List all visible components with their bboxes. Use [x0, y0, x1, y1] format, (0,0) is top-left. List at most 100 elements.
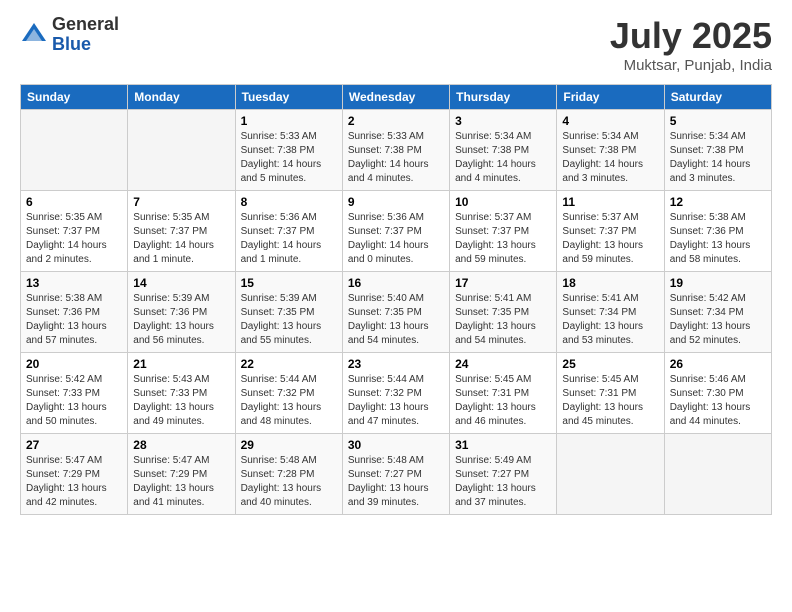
calendar-cell: 11Sunrise: 5:37 AM Sunset: 7:37 PM Dayli… — [557, 191, 664, 272]
day-number: 17 — [455, 276, 551, 290]
day-detail: Sunrise: 5:34 AM Sunset: 7:38 PM Dayligh… — [455, 130, 551, 186]
day-detail: Sunrise: 5:45 AM Sunset: 7:31 PM Dayligh… — [562, 373, 658, 429]
header: General Blue July 2025 Muktsar, Punjab, … — [20, 15, 772, 74]
calendar-header-row: SundayMondayTuesdayWednesdayThursdayFrid… — [21, 85, 772, 110]
day-number: 25 — [562, 357, 658, 371]
calendar-cell: 3Sunrise: 5:34 AM Sunset: 7:38 PM Daylig… — [450, 110, 557, 191]
day-number: 29 — [241, 438, 337, 452]
day-number: 22 — [241, 357, 337, 371]
day-number: 21 — [133, 357, 229, 371]
day-number: 14 — [133, 276, 229, 290]
day-detail: Sunrise: 5:37 AM Sunset: 7:37 PM Dayligh… — [455, 211, 551, 267]
day-detail: Sunrise: 5:38 AM Sunset: 7:36 PM Dayligh… — [26, 292, 122, 348]
logo-blue: Blue — [52, 35, 119, 55]
day-detail: Sunrise: 5:46 AM Sunset: 7:30 PM Dayligh… — [670, 373, 766, 429]
day-number: 28 — [133, 438, 229, 452]
calendar-cell: 7 Sunrise: 5:35 AM Sunset: 7:37 PM Daylig… — [128, 191, 235, 272]
calendar-cell: 8Sunrise: 5:36 AM Sunset: 7:37 PM Daylig… — [235, 191, 342, 272]
calendar-week-5: 27 Sunrise: 5:47 AM Sunset: 7:29 PM Dayli… — [21, 434, 772, 515]
day-number: 24 — [455, 357, 551, 371]
calendar-cell: 21 Sunrise: 5:43 AM Sunset: 7:33 PM Dayli… — [128, 353, 235, 434]
calendar-cell: 28 Sunrise: 5:47 AM Sunset: 7:29 PM Dayli… — [128, 434, 235, 515]
day-number: 19 — [670, 276, 766, 290]
calendar-cell: 17 Sunrise: 5:41 AM Sunset: 7:35 PM Dayli… — [450, 272, 557, 353]
day-detail: Sunrise: 5:41 AM Sunset: 7:35 PM Dayligh… — [455, 292, 551, 348]
calendar-cell — [128, 110, 235, 191]
day-number: 2 — [348, 114, 444, 128]
day-number: 27 — [26, 438, 122, 452]
day-number: 15 — [241, 276, 337, 290]
calendar-cell: 16Sunrise: 5:40 AM Sunset: 7:35 PM Dayli… — [342, 272, 449, 353]
calendar: SundayMondayTuesdayWednesdayThursdayFrid… — [20, 84, 772, 515]
calendar-cell: 27 Sunrise: 5:47 AM Sunset: 7:29 PM Dayli… — [21, 434, 128, 515]
day-detail: Sunrise: 5:39 AM Sunset: 7:36 PM Dayligh… — [133, 292, 229, 348]
day-detail: Sunrise: 5:45 AM Sunset: 7:31 PM Dayligh… — [455, 373, 551, 429]
calendar-header-saturday: Saturday — [664, 85, 771, 110]
calendar-cell: 2 Sunrise: 5:33 AM Sunset: 7:38 PM Daylig… — [342, 110, 449, 191]
day-detail: Sunrise: 5:39 AM Sunset: 7:35 PM Dayligh… — [241, 292, 337, 348]
day-number: 13 — [26, 276, 122, 290]
day-detail: Sunrise: 5:34 AM Sunset: 7:38 PM Dayligh… — [670, 130, 766, 186]
calendar-cell: 26 Sunrise: 5:46 AM Sunset: 7:30 PM Dayli… — [664, 353, 771, 434]
day-detail: Sunrise: 5:37 AM Sunset: 7:37 PM Dayligh… — [562, 211, 658, 267]
day-number: 23 — [348, 357, 444, 371]
calendar-cell: 10 Sunrise: 5:37 AM Sunset: 7:37 PM Dayli… — [450, 191, 557, 272]
calendar-cell: 18 Sunrise: 5:41 AM Sunset: 7:34 PM Dayli… — [557, 272, 664, 353]
calendar-cell: 24 Sunrise: 5:45 AM Sunset: 7:31 PM Dayli… — [450, 353, 557, 434]
page: General Blue July 2025 Muktsar, Punjab, … — [0, 0, 792, 612]
calendar-header-friday: Friday — [557, 85, 664, 110]
title-block: July 2025 Muktsar, Punjab, India — [610, 15, 772, 74]
calendar-cell: 6Sunrise: 5:35 AM Sunset: 7:37 PM Daylig… — [21, 191, 128, 272]
day-detail: Sunrise: 5:33 AM Sunset: 7:38 PM Dayligh… — [241, 130, 337, 186]
day-number: 18 — [562, 276, 658, 290]
calendar-week-4: 20 Sunrise: 5:42 AM Sunset: 7:33 PM Dayli… — [21, 353, 772, 434]
logo-text: General Blue — [52, 15, 119, 55]
calendar-week-1: 1 Sunrise: 5:33 AM Sunset: 7:38 PM Daylig… — [21, 110, 772, 191]
calendar-cell: 13 Sunrise: 5:38 AM Sunset: 7:36 PM Dayli… — [21, 272, 128, 353]
day-detail: Sunrise: 5:42 AM Sunset: 7:33 PM Dayligh… — [26, 373, 122, 429]
day-number: 26 — [670, 357, 766, 371]
calendar-cell: 22Sunrise: 5:44 AM Sunset: 7:32 PM Dayli… — [235, 353, 342, 434]
calendar-cell: 15 Sunrise: 5:39 AM Sunset: 7:35 PM Dayli… — [235, 272, 342, 353]
calendar-header-thursday: Thursday — [450, 85, 557, 110]
day-detail: Sunrise: 5:44 AM Sunset: 7:32 PM Dayligh… — [348, 373, 444, 429]
logo: General Blue — [20, 15, 119, 55]
day-number: 7 — [133, 195, 229, 209]
day-detail: Sunrise: 5:36 AM Sunset: 7:37 PM Dayligh… — [348, 211, 444, 267]
day-detail: Sunrise: 5:40 AM Sunset: 7:35 PM Dayligh… — [348, 292, 444, 348]
day-number: 20 — [26, 357, 122, 371]
calendar-week-2: 6 Sunrise: 5:35 AM Sunset: 7:37 PM Daylig… — [21, 191, 772, 272]
day-detail: Sunrise: 5:43 AM Sunset: 7:33 PM Dayligh… — [133, 373, 229, 429]
day-number: 30 — [348, 438, 444, 452]
logo-icon — [20, 21, 48, 49]
calendar-cell: 23 Sunrise: 5:44 AM Sunset: 7:32 PM Dayli… — [342, 353, 449, 434]
calendar-cell: 1 Sunrise: 5:33 AM Sunset: 7:38 PM Daylig… — [235, 110, 342, 191]
calendar-header-sunday: Sunday — [21, 85, 128, 110]
day-detail: Sunrise: 5:42 AM Sunset: 7:34 PM Dayligh… — [670, 292, 766, 348]
day-detail: Sunrise: 5:47 AM Sunset: 7:29 PM Dayligh… — [133, 454, 229, 510]
day-detail: Sunrise: 5:41 AM Sunset: 7:34 PM Dayligh… — [562, 292, 658, 348]
month-title: July 2025 — [610, 15, 772, 57]
day-detail: Sunrise: 5:48 AM Sunset: 7:28 PM Dayligh… — [241, 454, 337, 510]
day-number: 4 — [562, 114, 658, 128]
calendar-cell: 14 Sunrise: 5:39 AM Sunset: 7:36 PM Dayli… — [128, 272, 235, 353]
day-detail: Sunrise: 5:34 AM Sunset: 7:38 PM Dayligh… — [562, 130, 658, 186]
day-number: 1 — [241, 114, 337, 128]
day-detail: Sunrise: 5:33 AM Sunset: 7:38 PM Dayligh… — [348, 130, 444, 186]
day-detail: Sunrise: 5:35 AM Sunset: 7:37 PM Dayligh… — [133, 211, 229, 267]
day-detail: Sunrise: 5:38 AM Sunset: 7:36 PM Dayligh… — [670, 211, 766, 267]
day-detail: Sunrise: 5:47 AM Sunset: 7:29 PM Dayligh… — [26, 454, 122, 510]
day-detail: Sunrise: 5:49 AM Sunset: 7:27 PM Dayligh… — [455, 454, 551, 510]
calendar-week-3: 13 Sunrise: 5:38 AM Sunset: 7:36 PM Dayli… — [21, 272, 772, 353]
calendar-header-wednesday: Wednesday — [342, 85, 449, 110]
calendar-header-monday: Monday — [128, 85, 235, 110]
day-number: 10 — [455, 195, 551, 209]
logo-general: General — [52, 15, 119, 35]
calendar-cell: 30Sunrise: 5:48 AM Sunset: 7:27 PM Dayli… — [342, 434, 449, 515]
day-number: 9 — [348, 195, 444, 209]
calendar-cell: 31Sunrise: 5:49 AM Sunset: 7:27 PM Dayli… — [450, 434, 557, 515]
day-detail: Sunrise: 5:36 AM Sunset: 7:37 PM Dayligh… — [241, 211, 337, 267]
calendar-cell: 9 Sunrise: 5:36 AM Sunset: 7:37 PM Daylig… — [342, 191, 449, 272]
day-number: 6 — [26, 195, 122, 209]
day-number: 5 — [670, 114, 766, 128]
